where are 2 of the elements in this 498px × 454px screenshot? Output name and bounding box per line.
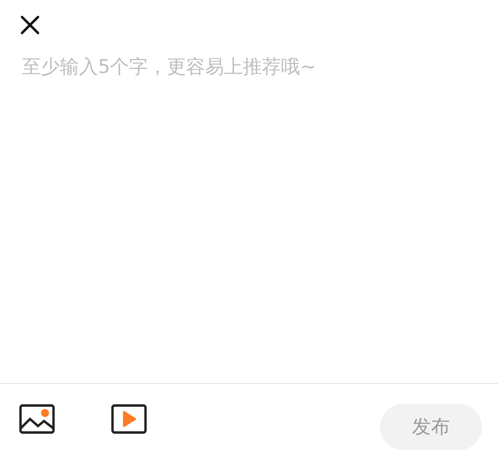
video-icon[interactable] xyxy=(111,403,147,435)
image-icon[interactable] xyxy=(19,403,55,435)
